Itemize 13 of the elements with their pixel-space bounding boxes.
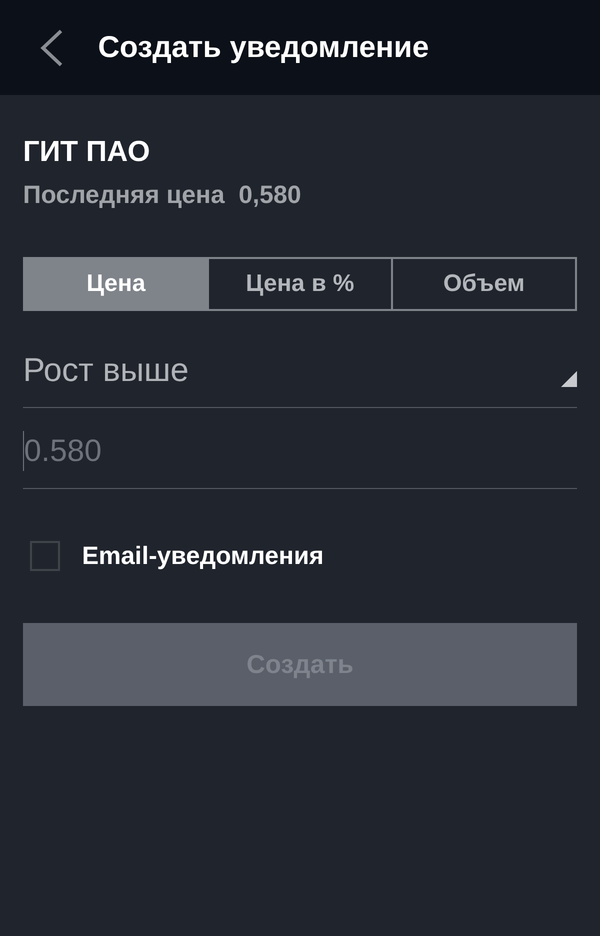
segment-tab[interactable]: Цена в %	[207, 257, 393, 311]
instrument-name: ГИТ ПАО	[23, 138, 152, 167]
last-price-label: Последняя цена	[23, 181, 225, 209]
segment-tab[interactable]: Объем	[391, 257, 577, 311]
back-icon[interactable]	[40, 28, 64, 66]
dropdown-triangle-icon	[561, 371, 577, 387]
price-input[interactable]: 0.580	[23, 408, 577, 489]
last-price-value: 0,580	[238, 181, 302, 209]
screen-title: Создать уведомление	[98, 30, 429, 66]
condition-dropdown[interactable]: Рост выше	[23, 341, 577, 408]
email-checkbox[interactable]	[30, 541, 60, 571]
segment-tab[interactable]: Цена	[23, 257, 209, 311]
email-notifications-label: Email-уведомления	[82, 541, 324, 571]
